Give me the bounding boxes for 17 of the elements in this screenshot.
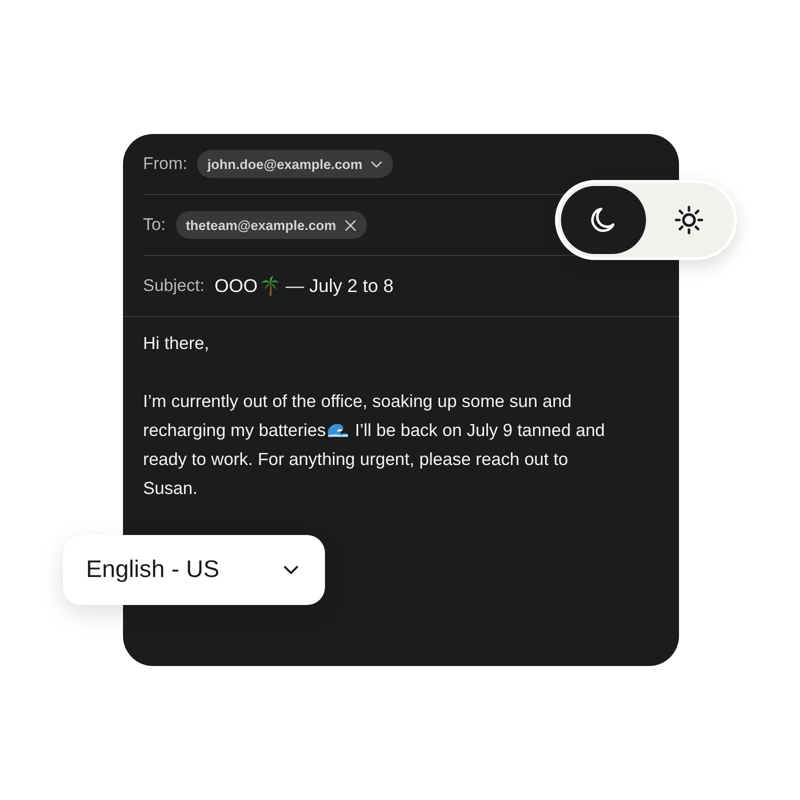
wave-icon [328, 422, 348, 437]
subject-text: OOO [214, 275, 258, 297]
palm-tree-icon [260, 276, 279, 296]
sender-dropdown[interactable]: john.doe@example.com [197, 150, 394, 178]
dark-mode-button[interactable] [561, 186, 646, 254]
field-label: To: [143, 215, 166, 235]
message-text: I’m currently out of the office, soaking up some sun and recharging my batteries I’ll be back on July 9 tanned and ready to work. For anything urgent, please reach out to Susan. [143, 390, 606, 500]
recipient-chip[interactable]: theteam@example.com [176, 211, 368, 239]
chevron-down-icon [284, 566, 298, 574]
greeting-text: Hi there, [143, 332, 210, 355]
language-dropdown[interactable]: English - US [63, 535, 325, 605]
close-icon[interactable] [345, 220, 356, 230]
field-label: Subject: [143, 276, 204, 296]
field-label: From: [143, 154, 188, 174]
sun-icon [674, 205, 704, 235]
subject-text: — July 2 to 8 [286, 275, 394, 297]
chevron-down-icon [371, 160, 382, 168]
